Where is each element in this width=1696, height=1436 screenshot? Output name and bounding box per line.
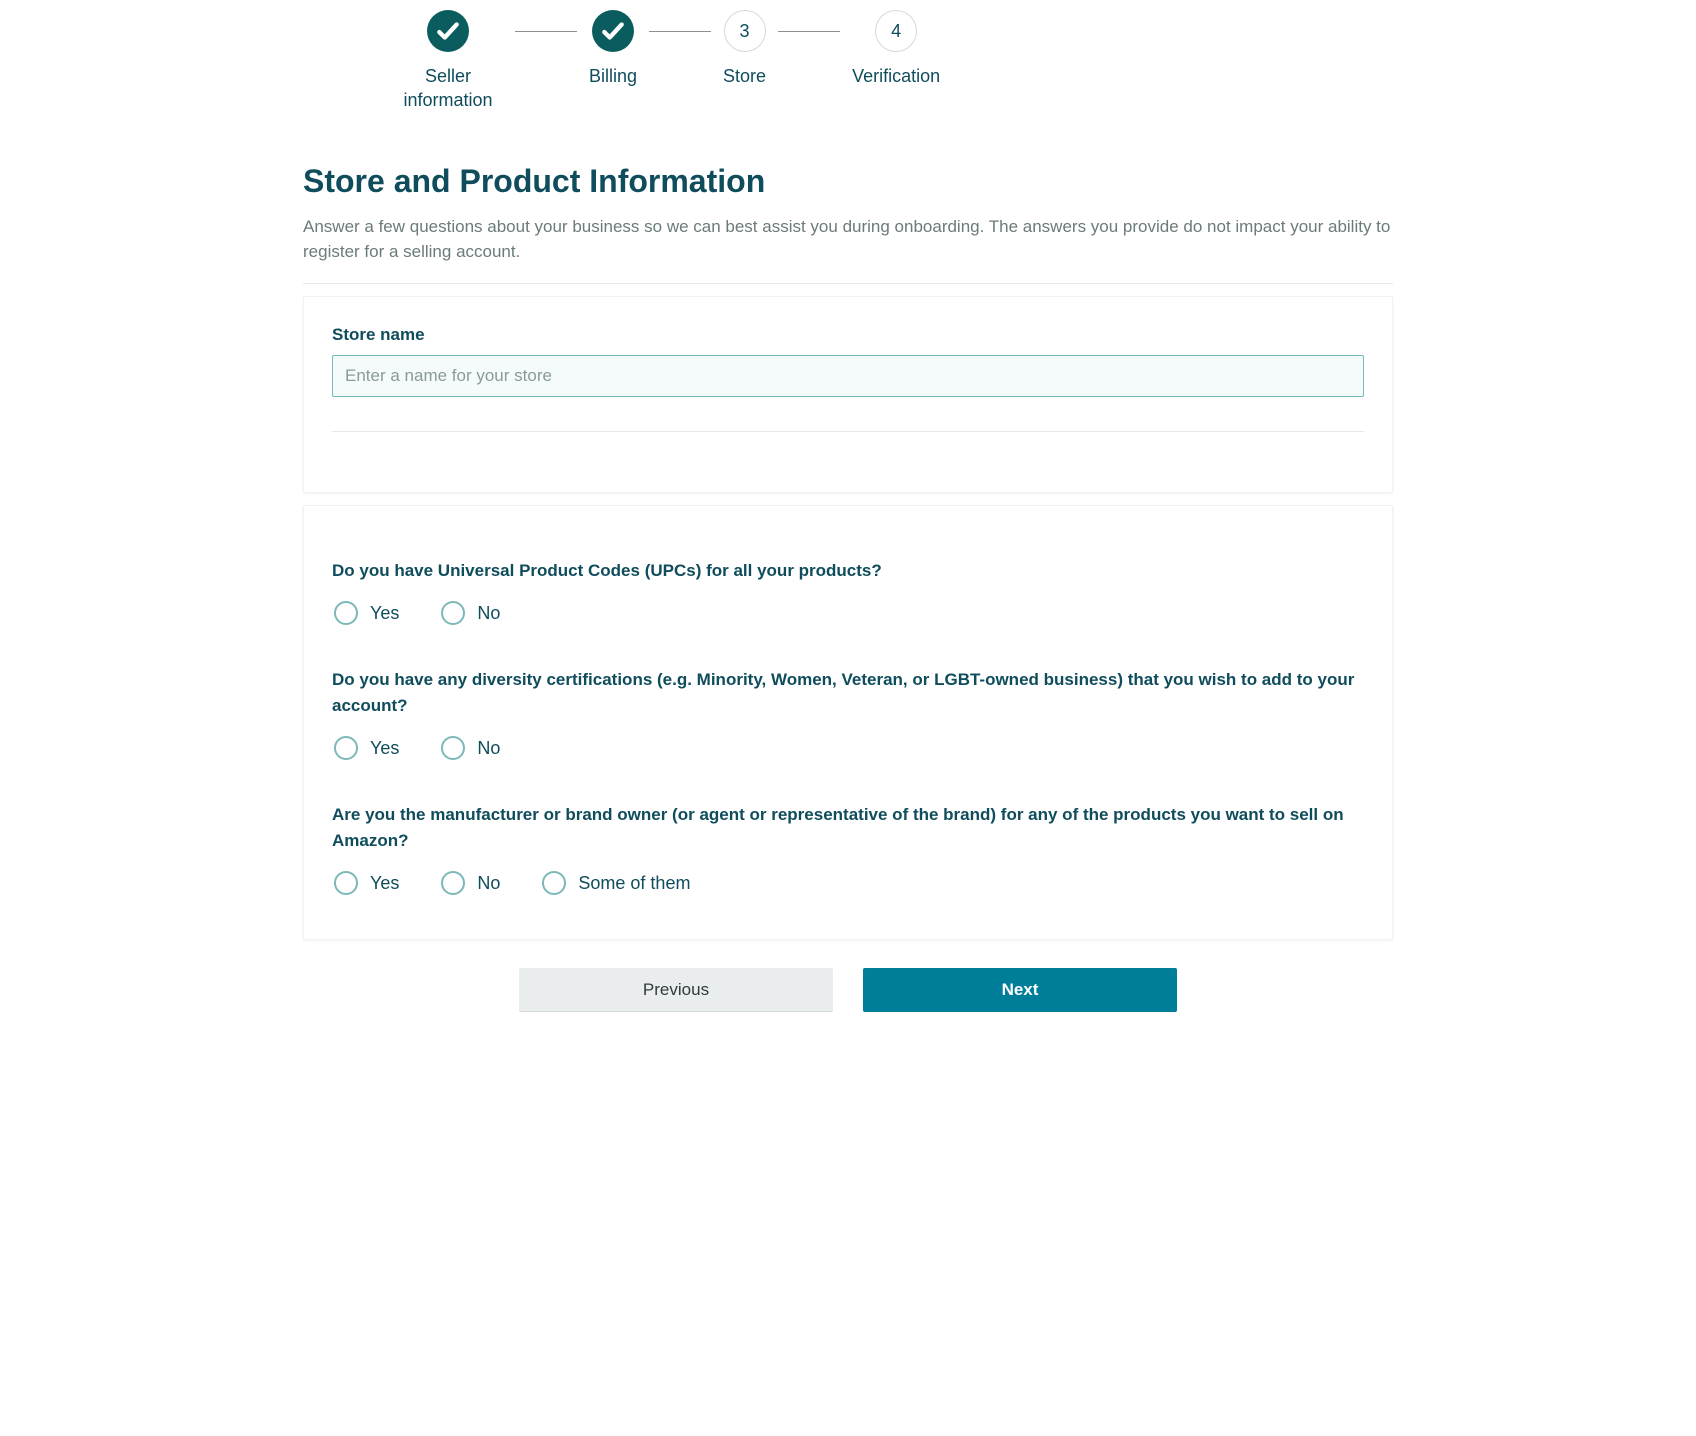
question-label: Are you the manufacturer or brand owner …: [332, 802, 1364, 853]
question-label: Do you have any diversity certifications…: [332, 667, 1364, 718]
radio-icon: [334, 871, 358, 895]
step-verification: 4 Verification: [852, 10, 940, 88]
radio-label: No: [477, 873, 500, 894]
question-label: Do you have Universal Product Codes (UPC…: [332, 558, 1364, 584]
progress-stepper: Seller information Billing 3 Store 4 Ver…: [393, 10, 1393, 113]
radio-diversity-yes[interactable]: Yes: [334, 736, 399, 760]
radio-icon: [334, 736, 358, 760]
radio-upc-yes[interactable]: Yes: [334, 601, 399, 625]
radio-upc-no[interactable]: No: [441, 601, 500, 625]
radio-icon: [441, 601, 465, 625]
radio-icon: [542, 871, 566, 895]
step-number: 4: [875, 10, 917, 52]
question-diversity: Do you have any diversity certifications…: [332, 667, 1364, 760]
radio-icon: [334, 601, 358, 625]
previous-button[interactable]: Previous: [519, 968, 833, 1012]
store-name-input[interactable]: [332, 355, 1364, 397]
radio-icon: [441, 871, 465, 895]
step-number: 3: [724, 10, 766, 52]
radio-label: Some of them: [578, 873, 690, 894]
checkmark-icon: [427, 10, 469, 52]
page-title: Store and Product Information: [303, 163, 1393, 200]
step-seller-information: Seller information: [393, 10, 503, 113]
question-upc: Do you have Universal Product Codes (UPC…: [332, 558, 1364, 626]
step-label: Verification: [852, 64, 940, 88]
questions-card: Do you have Universal Product Codes (UPC…: [303, 505, 1393, 941]
step-label: Seller information: [393, 64, 503, 113]
next-button[interactable]: Next: [863, 968, 1177, 1012]
radio-label: No: [477, 603, 500, 624]
step-connector: [778, 31, 840, 32]
step-connector: [649, 31, 711, 32]
store-name-card: Store name: [303, 296, 1393, 493]
page-description: Answer a few questions about your busine…: [303, 214, 1393, 265]
step-billing: Billing: [589, 10, 637, 88]
step-store: 3 Store: [723, 10, 766, 88]
radio-manufacturer-yes[interactable]: Yes: [334, 871, 399, 895]
checkmark-icon: [592, 10, 634, 52]
step-label: Store: [723, 64, 766, 88]
question-manufacturer: Are you the manufacturer or brand owner …: [332, 802, 1364, 895]
radio-manufacturer-some[interactable]: Some of them: [542, 871, 690, 895]
button-row: Previous Next: [303, 968, 1393, 1012]
radio-icon: [441, 736, 465, 760]
radio-label: No: [477, 738, 500, 759]
step-connector: [515, 31, 577, 32]
store-name-label: Store name: [332, 325, 1364, 345]
radio-diversity-no[interactable]: No: [441, 736, 500, 760]
radio-label: Yes: [370, 738, 399, 759]
radio-label: Yes: [370, 603, 399, 624]
step-label: Billing: [589, 64, 637, 88]
radio-manufacturer-no[interactable]: No: [441, 871, 500, 895]
radio-label: Yes: [370, 873, 399, 894]
